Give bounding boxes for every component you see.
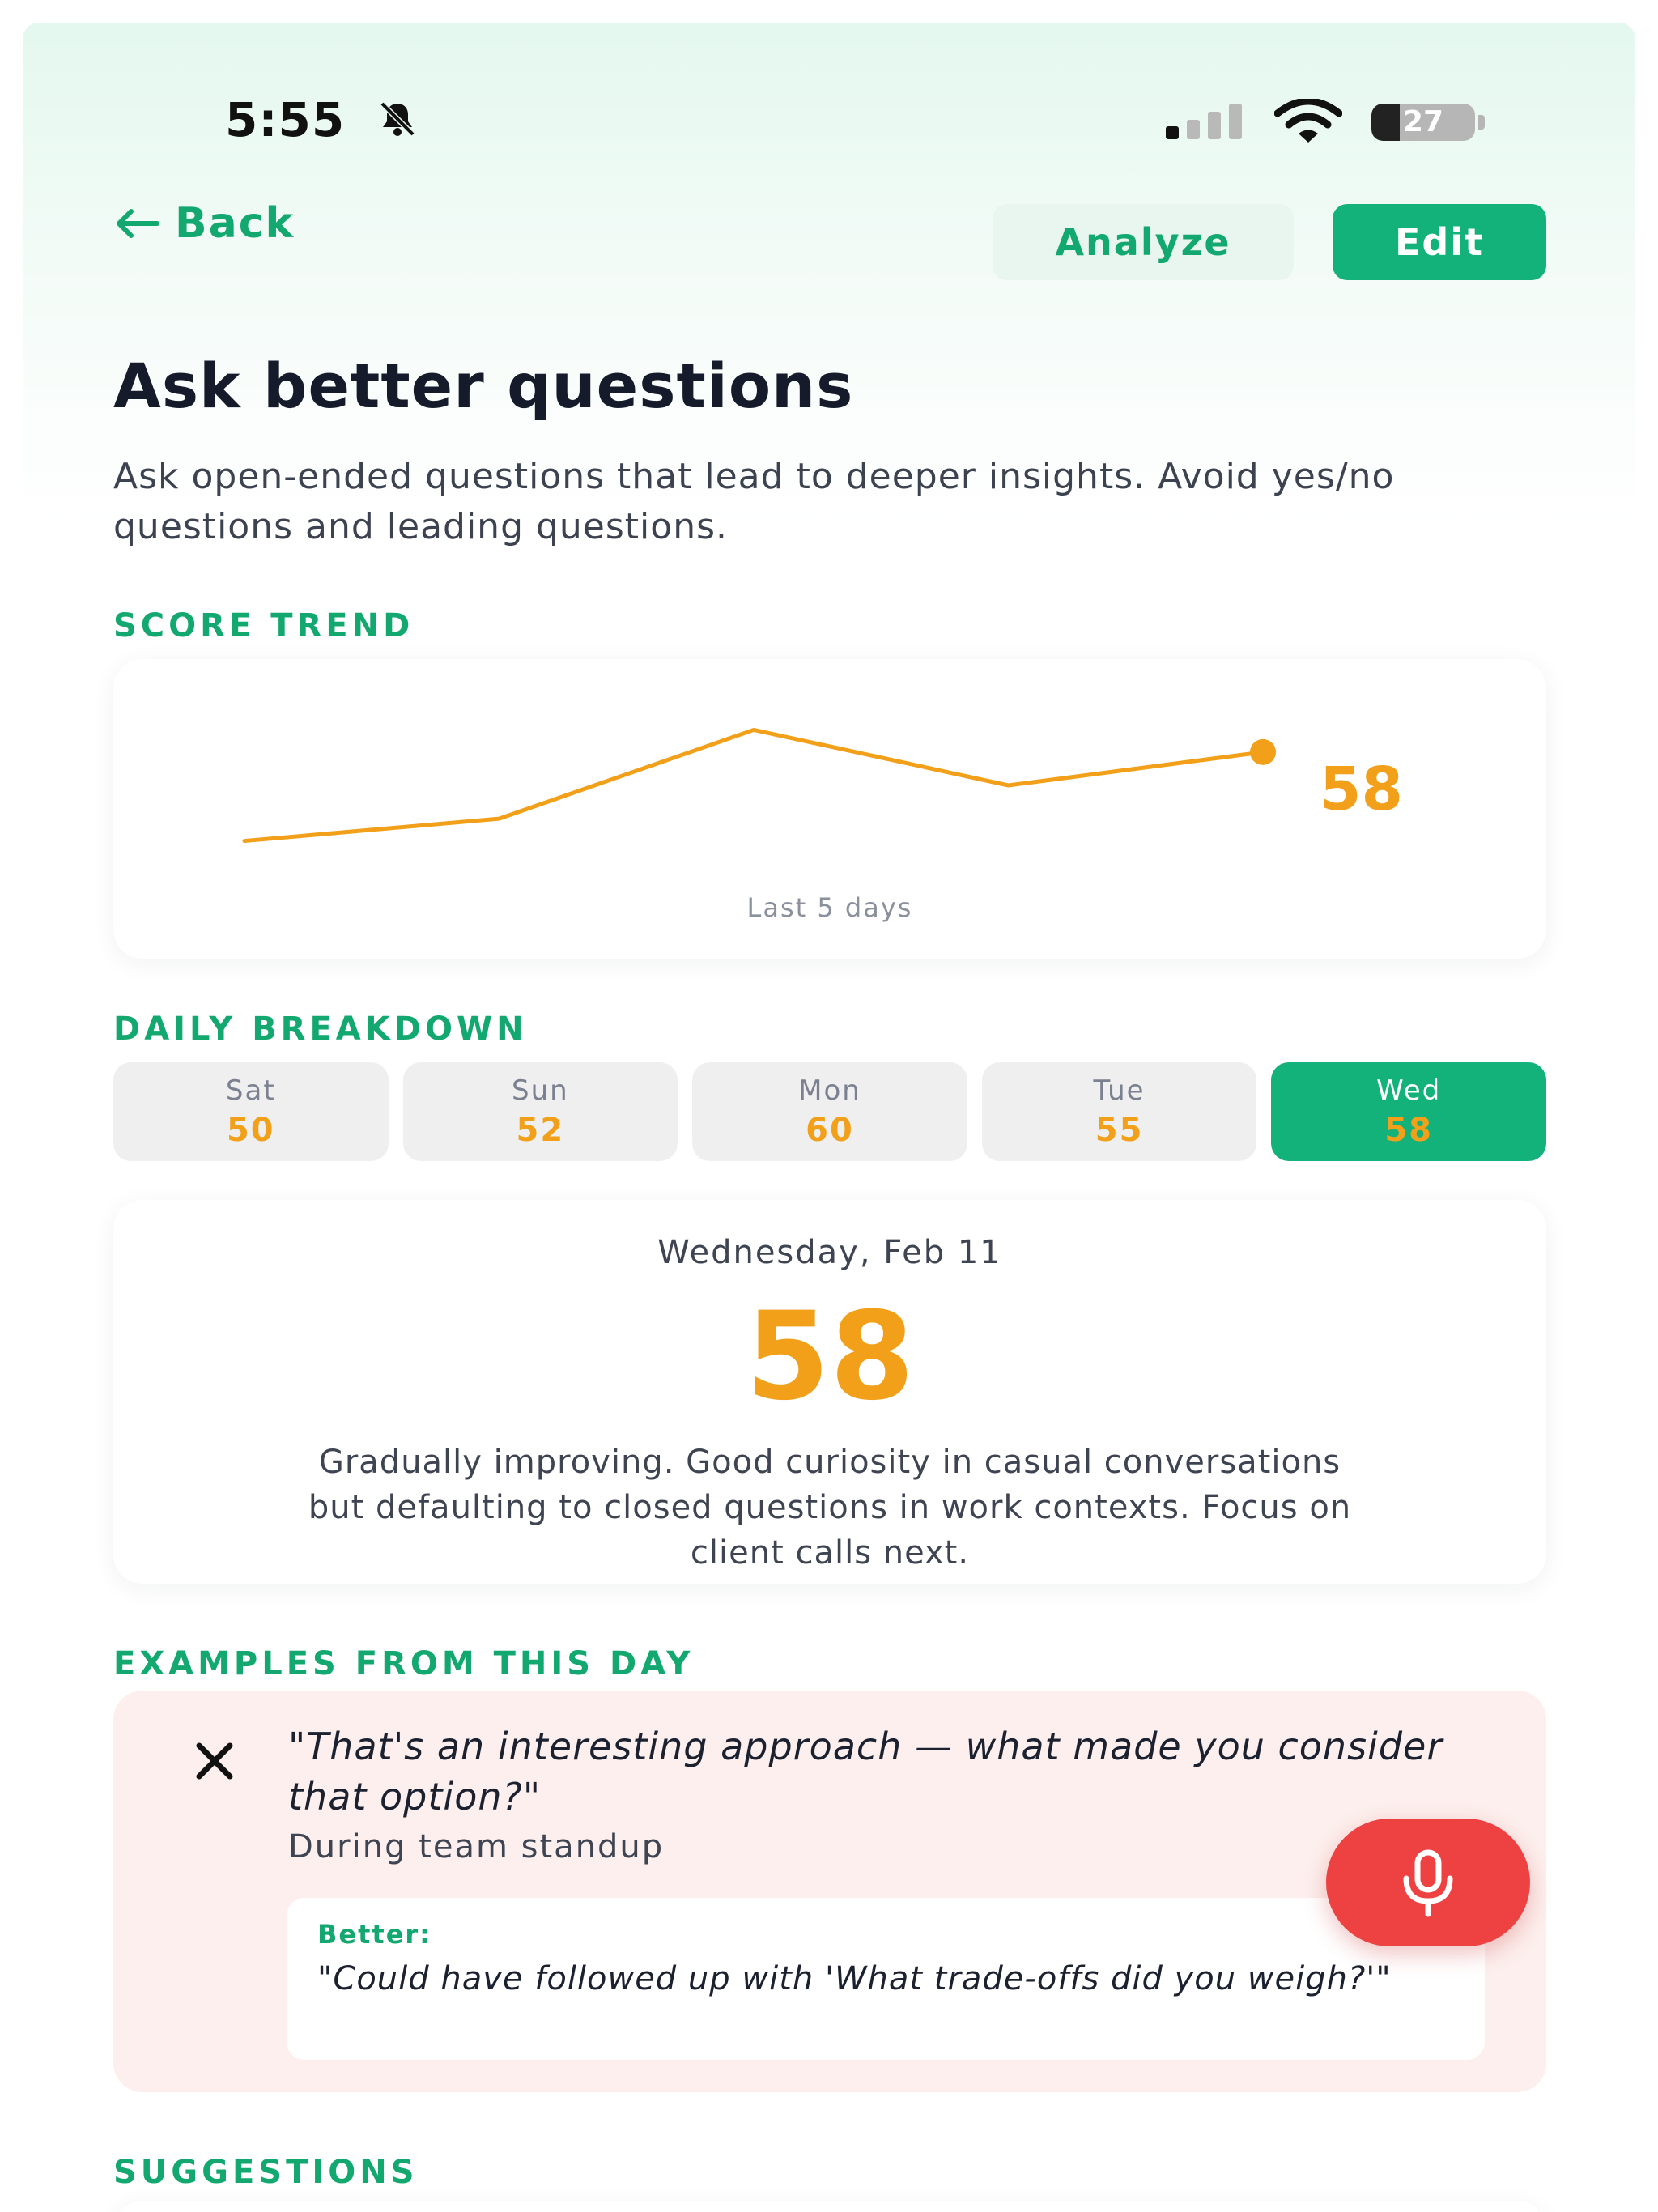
- detail-summary: Gradually improving. Good curiosity in c…: [308, 1444, 1352, 1572]
- close-x-icon: [196, 1742, 233, 1780]
- better-suggestion-box: Better: "Could have followed up with 'Wh…: [287, 1898, 1485, 2060]
- wifi-icon: [1274, 99, 1342, 143]
- day-name: Wed: [1376, 1074, 1442, 1107]
- example-context: During team standup: [288, 1828, 665, 1865]
- app-screen: 5:55 27 Back Analyze Edit Ask better que…: [23, 23, 1635, 2212]
- trend-current-score: 58: [1320, 755, 1403, 824]
- detail-date: Wednesday, Feb 11: [657, 1234, 1002, 1271]
- cellular-signal-icon: [1166, 104, 1242, 139]
- day-score: 60: [806, 1112, 854, 1149]
- daily-breakdown-label: DAILY BREAKDOWN: [113, 1010, 528, 1048]
- day-tab-tue[interactable]: Tue 55: [981, 1062, 1257, 1161]
- detail-score: 58: [745, 1287, 915, 1427]
- trend-line: [242, 727, 1265, 844]
- trend-caption: Last 5 days: [746, 892, 913, 923]
- day-tab-sat[interactable]: Sat 50: [113, 1062, 389, 1161]
- status-time: 5:55: [225, 92, 346, 147]
- day-name: Sun: [512, 1074, 569, 1107]
- page-title: Ask better questions: [113, 350, 854, 422]
- day-tab-wed[interactable]: Wed 58: [1271, 1062, 1546, 1161]
- day-detail-card: Wednesday, Feb 11 58 Gradually improving…: [113, 1200, 1546, 1584]
- edit-button[interactable]: Edit: [1333, 204, 1546, 280]
- trend-last-point: [1250, 738, 1276, 765]
- day-name: Tue: [1093, 1074, 1146, 1107]
- battery-level: 27: [1402, 105, 1444, 138]
- arrow-left-icon: [117, 209, 159, 238]
- examples-label: EXAMPLES FROM THIS DAY: [113, 1645, 695, 1682]
- better-text: "Could have followed up with 'What trade…: [317, 1960, 1392, 1997]
- day-tab-mon[interactable]: Mon 60: [692, 1062, 967, 1161]
- battery-icon: 27: [1371, 104, 1485, 141]
- status-bar: 5:55 27: [23, 23, 1635, 185]
- day-score: 55: [1095, 1112, 1144, 1149]
- back-button[interactable]: Back: [113, 199, 295, 248]
- day-selector: Sat 50 Sun 52 Mon 60 Tue 55 Wed 58: [113, 1062, 1546, 1161]
- analyze-button[interactable]: Analyze: [993, 204, 1294, 280]
- day-tab-sun[interactable]: Sun 52: [402, 1062, 678, 1161]
- suggestions-label: SUGGESTIONS: [113, 2154, 419, 2191]
- better-label: Better:: [317, 1919, 432, 1950]
- day-score: 50: [226, 1112, 275, 1149]
- record-mic-button[interactable]: [1326, 1819, 1530, 1946]
- example-quote: "That's an interesting approach — what m…: [288, 1725, 1443, 1819]
- day-score: 58: [1384, 1112, 1433, 1149]
- bell-slash-icon: [380, 101, 415, 137]
- suggestions-card: [113, 2201, 1546, 2212]
- microphone-icon: [1403, 1849, 1453, 1917]
- day-name: Mon: [798, 1074, 861, 1107]
- back-label: Back: [175, 199, 295, 248]
- day-score: 52: [516, 1112, 565, 1149]
- score-trend-card: 58 Last 5 days: [113, 659, 1546, 959]
- score-trend-label: SCORE TREND: [113, 607, 414, 644]
- skill-description: Ask open-ended questions that lead to de…: [113, 456, 1395, 547]
- day-name: Sat: [225, 1074, 276, 1107]
